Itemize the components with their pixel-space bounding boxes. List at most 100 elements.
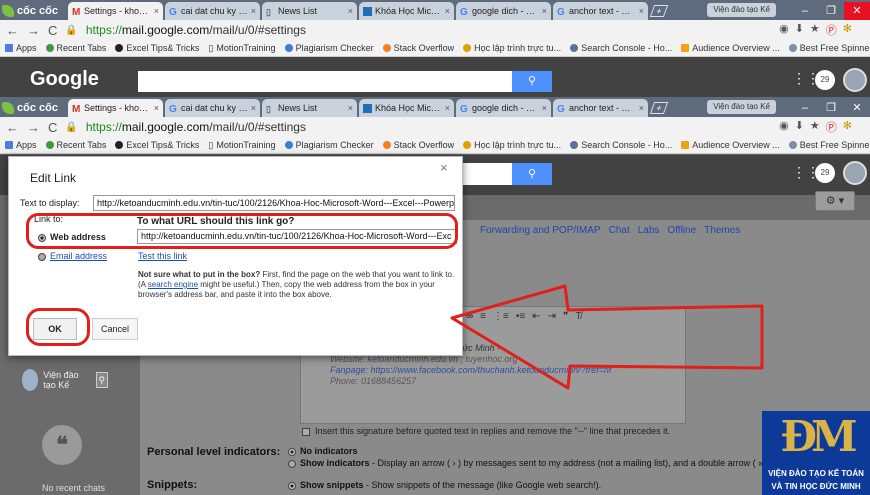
bookmark-excel-tips[interactable]: Excel Tips& Tricks: [115, 140, 199, 150]
bookmark-hoc-lap-trinh[interactable]: Học lập trình trực tu...: [463, 140, 561, 150]
bookmark-recent-tabs[interactable]: Recent Tabs: [45, 140, 106, 150]
avatar[interactable]: [843, 68, 867, 92]
close-icon[interactable]: ×: [251, 103, 256, 113]
forward-icon[interactable]: →: [27, 23, 40, 38]
google-search-input[interactable]: [138, 71, 520, 92]
notification-count[interactable]: 29: [815, 70, 835, 90]
close-icon[interactable]: ×: [639, 103, 644, 113]
search-engine-link[interactable]: search engine: [148, 280, 198, 289]
close-icon[interactable]: ×: [445, 103, 450, 113]
window-close-icon[interactable]: ✕: [844, 99, 870, 117]
close-icon[interactable]: ×: [251, 6, 256, 16]
show-snippets-option[interactable]: Show snippets - Show snippets of the mes…: [288, 480, 601, 490]
radio-selected[interactable]: [288, 447, 296, 456]
download-icon[interactable]: ⬇: [795, 22, 804, 38]
pinterest-icon[interactable]: Ⓟ: [826, 22, 837, 38]
notification-count[interactable]: 29: [815, 163, 835, 183]
url-field[interactable]: https://mail.google.com/mail/u/0/#settin…: [86, 23, 306, 37]
profile-chip[interactable]: Viện đào tạo Kế: [707, 100, 776, 114]
tab-google-dich[interactable]: Ggoogle dich - Tìm vớ×: [456, 99, 551, 117]
tab-news-list[interactable]: ▯ News List ×: [262, 2, 357, 20]
no-indicators-option[interactable]: No indicators: [288, 446, 358, 456]
bookmark-apps[interactable]: Apps: [5, 43, 37, 53]
tab-chat[interactable]: Chat: [609, 225, 630, 236]
radio[interactable]: [288, 459, 296, 468]
forward-icon[interactable]: →: [27, 120, 40, 135]
close-icon[interactable]: ×: [542, 6, 547, 16]
close-icon[interactable]: ×: [542, 103, 547, 113]
close-icon[interactable]: ×: [639, 6, 644, 16]
reload-icon[interactable]: C: [48, 120, 57, 135]
minimize-icon[interactable]: –: [792, 99, 818, 117]
avatar[interactable]: [843, 161, 867, 185]
bookmark-stack-overflow[interactable]: Stack Overflow: [382, 43, 454, 53]
bookmark-spinner[interactable]: Best Free Spinner -...: [788, 140, 870, 150]
back-icon[interactable]: ←: [6, 120, 19, 135]
tab-news-list[interactable]: ▯ News List ×: [262, 99, 357, 117]
tab-offline[interactable]: Offline: [667, 225, 696, 236]
tab-cai-dat[interactable]: Gcai dat chu ky gmail×: [165, 99, 260, 117]
close-icon[interactable]: ×: [445, 6, 450, 16]
chat-user[interactable]: Viện đào tạo Kế ⚲: [22, 367, 108, 393]
tab-anchor-text[interactable]: Ganchor text - Tìm vớ×: [553, 99, 648, 117]
settings-flower-icon[interactable]: ✻: [843, 119, 852, 135]
bookmark-audience[interactable]: Audience Overview ...: [681, 140, 780, 150]
tab-google-dich[interactable]: Ggoogle dich - Tìm vớ×: [456, 2, 551, 20]
tab-labs[interactable]: Labs: [638, 225, 660, 236]
tab-forwarding[interactable]: Forwarding and POP/IMAP: [480, 225, 601, 236]
bookmark-motiontraining[interactable]: ▯ MotionTraining: [208, 43, 275, 54]
test-link[interactable]: Test this link: [138, 251, 187, 261]
pinterest-icon[interactable]: Ⓟ: [826, 119, 837, 135]
bookmark-spinner[interactable]: Best Free Spinner -...: [788, 43, 870, 53]
maximize-icon[interactable]: ❐: [818, 99, 844, 117]
close-icon[interactable]: ×: [154, 103, 159, 113]
signature-option[interactable]: Insert this signature before quoted text…: [302, 426, 670, 436]
radio-selected[interactable]: [288, 481, 296, 490]
close-icon[interactable]: ×: [348, 6, 353, 16]
radio[interactable]: [38, 252, 46, 261]
bookmark-plagiarism[interactable]: Plagiarism Checker: [284, 43, 374, 53]
close-icon[interactable]: ×: [440, 160, 448, 175]
google-logo[interactable]: Google: [30, 68, 99, 91]
new-tab-button[interactable]: +: [649, 5, 669, 17]
search-icon[interactable]: ⚲: [95, 372, 108, 388]
bookmark-plagiarism[interactable]: Plagiarism Checker: [284, 140, 374, 150]
bookmark-audience[interactable]: Audience Overview ...: [681, 43, 780, 53]
star-icon[interactable]: ★: [810, 22, 820, 38]
download-icon[interactable]: ⬇: [795, 119, 804, 135]
bookmark-hoc-lap-trinh[interactable]: Học lập trình trực tu...: [463, 43, 561, 53]
google-search-button[interactable]: ⚲: [512, 71, 552, 92]
tab-settings[interactable]: MSettings - khoa19059×: [68, 99, 163, 117]
tab-themes[interactable]: Themes: [704, 225, 740, 236]
profile-chip[interactable]: Viện đào tạo Kế: [707, 3, 776, 17]
new-tab-button[interactable]: +: [649, 102, 669, 114]
minimize-icon[interactable]: –: [792, 2, 818, 20]
bookmark-search-console[interactable]: Search Console - Ho...: [570, 43, 672, 53]
close-icon[interactable]: ×: [348, 103, 353, 113]
settings-flower-icon[interactable]: ✻: [843, 22, 852, 38]
google-search-button[interactable]: ⚲: [512, 163, 552, 185]
bookmark-stack-overflow[interactable]: Stack Overflow: [382, 140, 454, 150]
tab-anchor-text[interactable]: Ganchor text - Tìm vớ×: [553, 2, 648, 20]
maximize-icon[interactable]: ❐: [818, 2, 844, 20]
settings-gear-button[interactable]: ⚙ ▾: [815, 191, 855, 211]
back-icon[interactable]: ←: [6, 23, 19, 38]
tab-khoa-hoc[interactable]: Khóa Học Microsoft×: [359, 2, 454, 20]
browser-logo[interactable]: cốc cốc: [2, 2, 64, 20]
bookmark-motiontraining[interactable]: ▯ MotionTraining: [208, 140, 275, 151]
extension-icon[interactable]: ◉: [779, 119, 789, 135]
window-close-icon[interactable]: ✕: [844, 2, 870, 20]
cancel-button[interactable]: Cancel: [92, 318, 138, 340]
checkbox[interactable]: [302, 427, 310, 436]
browser-logo[interactable]: cốc cốc: [2, 99, 64, 117]
url-field[interactable]: https://mail.google.com/mail/u/0/#settin…: [86, 120, 306, 134]
close-icon[interactable]: ×: [154, 6, 159, 16]
extension-icon[interactable]: ◉: [779, 22, 789, 38]
star-icon[interactable]: ★: [810, 119, 820, 135]
email-address-option[interactable]: Email address: [38, 251, 107, 261]
bookmark-recent-tabs[interactable]: Recent Tabs: [45, 43, 106, 53]
bookmark-apps[interactable]: Apps: [5, 140, 37, 150]
bookmark-search-console[interactable]: Search Console - Ho...: [570, 140, 672, 150]
tab-cai-dat[interactable]: Gcai dat chu ky gmail×: [165, 2, 260, 20]
bookmark-excel-tips[interactable]: Excel Tips& Tricks: [115, 43, 199, 53]
